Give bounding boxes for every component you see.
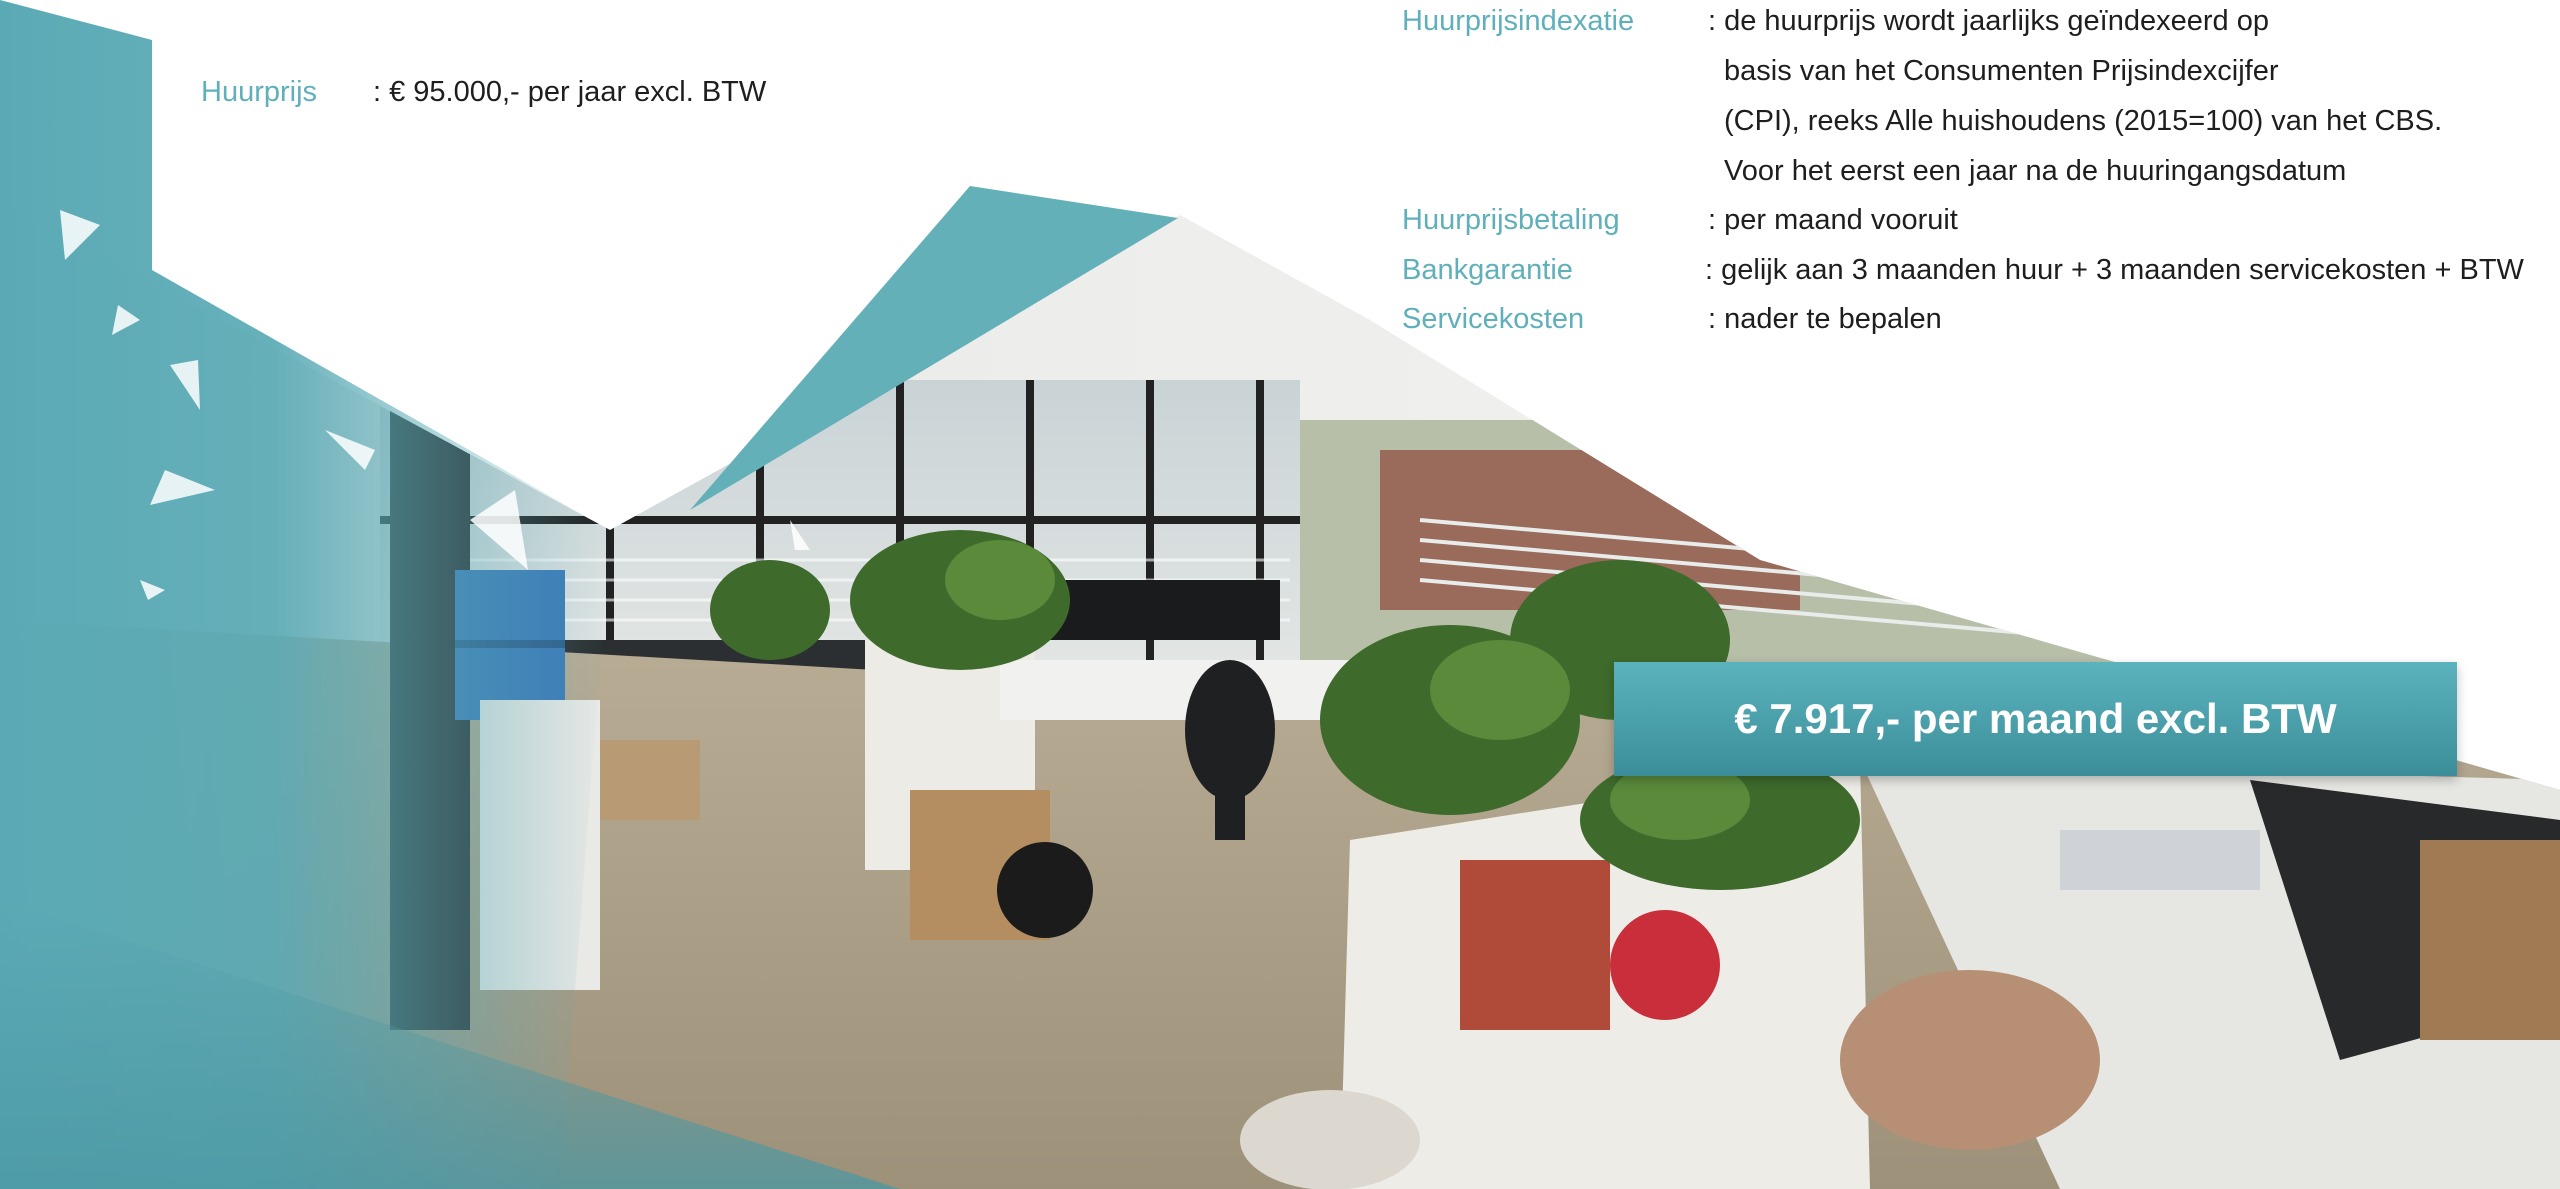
- servicekosten-label: Servicekosten: [1402, 303, 1585, 335]
- bankgarantie-value: : gelijk aan 3 maanden huur + 3 maanden …: [1705, 254, 2524, 286]
- huurprijsbetaling-label: Huurprijsbetaling: [1402, 204, 1620, 236]
- monthly-price-text: € 7.917,- per maand excl. BTW: [1734, 695, 2337, 742]
- huurprijsbetaling-value: : per maand vooruit: [1708, 204, 1958, 236]
- huurprijsindexatie-label: Huurprijsindexatie: [1402, 5, 1635, 37]
- monthly-price-banner: € 7.917,- per maand excl. BTW: [1614, 662, 2457, 776]
- bankgarantie-label: Bankgarantie: [1402, 254, 1573, 286]
- servicekosten-value: : nader te bepalen: [1708, 303, 1942, 335]
- huurprijs-value: : € 95.000,- per jaar excl. BTW: [373, 76, 767, 108]
- huurprijsindexatie-value: : de huurprijs wordt jaarlijks geïndexee…: [1708, 5, 2269, 37]
- huurprijs-label: Huurprijs: [201, 76, 318, 108]
- huurprijsindexatie-value-line4: Voor het eerst een jaar na de huuringang…: [1724, 155, 2347, 187]
- huurprijsindexatie-value-line3: (CPI), reeks Alle huishoudens (2015=100)…: [1724, 105, 2443, 137]
- huurprijsindexatie-value-line2: basis van het Consumenten Prijsindexcijf…: [1724, 55, 2279, 87]
